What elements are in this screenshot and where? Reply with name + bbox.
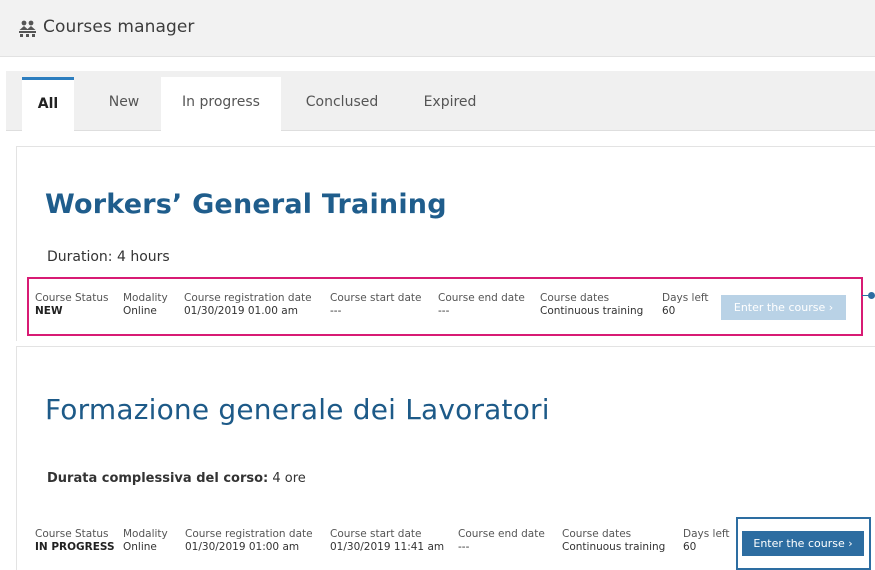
end-date-label: Course end date <box>458 528 545 540</box>
course-dates-label: Course dates <box>540 292 610 304</box>
course-status-label: Course Status <box>35 528 109 540</box>
duration-value: 4 ore <box>272 471 306 486</box>
course-title: Formazione generale dei Lavoratori <box>45 393 550 426</box>
page-title: Courses manager <box>43 17 195 37</box>
courses-manager-app: Courses manager All New In progress Conc… <box>0 0 875 570</box>
modality-value: Online <box>123 541 157 553</box>
course-card: Formazione generale dei Lavoratori Durat… <box>16 346 875 570</box>
course-duration: Durata complessiva del corso: 4 ore <box>47 471 306 486</box>
start-date-value: --- <box>330 305 342 317</box>
course-dates-value: Continuous training <box>540 305 644 317</box>
page-header: Courses manager <box>0 0 875 57</box>
start-date: Course start date --- <box>330 292 421 318</box>
callout-dot <box>868 292 875 299</box>
registration-date-label: Course registration date <box>185 528 313 540</box>
tab-in-progress[interactable]: In progress <box>161 77 281 131</box>
modality: Modality Online <box>123 528 168 554</box>
days-left-label: Days left <box>683 528 730 540</box>
course-status-label: Course Status <box>35 292 109 304</box>
course-dates: Course dates Continuous training <box>540 292 643 318</box>
tab-all[interactable]: All <box>22 77 74 131</box>
enter-course-button[interactable]: Enter the course › <box>721 295 846 320</box>
modality-label: Modality <box>123 292 168 304</box>
start-date-value: 01/30/2019 11:41 am <box>330 541 445 553</box>
course-dates-value: Continuous training <box>562 541 666 553</box>
modality-value: Online <box>123 305 157 317</box>
course-status-value: NEW <box>35 305 63 317</box>
tab-conclused[interactable]: Conclused <box>292 77 392 131</box>
end-date-value: --- <box>458 541 470 553</box>
days-left-value: 60 <box>662 305 676 317</box>
days-left-value: 60 <box>683 541 697 553</box>
status-tabs: All New In progress Conclused Expired <box>6 71 875 131</box>
days-left: Days left 60 <box>662 292 709 318</box>
course-status: Course Status NEW <box>35 292 108 318</box>
start-date-label: Course start date <box>330 528 422 540</box>
registration-date-value: 01/30/2019 01:00 am <box>185 541 300 553</box>
course-dates-label: Course dates <box>562 528 632 540</box>
duration-label: Durata complessiva del corso: <box>47 471 269 486</box>
registration-date-value: 01/30/2019 01.00 am <box>184 305 298 317</box>
duration-label: Duration: <box>47 249 113 265</box>
end-date-value: --- <box>438 305 450 317</box>
registration-date: Course registration date 01/30/2019 01:0… <box>185 528 313 554</box>
end-date: Course end date --- <box>438 292 525 318</box>
enter-course-button[interactable]: Enter the course › <box>742 531 864 556</box>
duration-value: 4 hours <box>116 249 170 265</box>
course-duration: Duration: 4 hours <box>47 249 170 265</box>
end-date: Course end date --- <box>458 528 545 554</box>
end-date-label: Course end date <box>438 292 525 304</box>
course-dates: Course dates Continuous training <box>562 528 665 554</box>
registration-date-label: Course registration date <box>184 292 312 304</box>
course-status: Course Status IN PROGRESS <box>35 528 115 554</box>
days-left-label: Days left <box>662 292 709 304</box>
courses-icon <box>19 20 36 37</box>
start-date-label: Course start date <box>330 292 422 304</box>
modality-label: Modality <box>123 528 168 540</box>
tab-expired[interactable]: Expired <box>403 77 497 131</box>
days-left: Days left 60 <box>683 528 730 554</box>
registration-date: Course registration date 01/30/2019 01.0… <box>184 292 312 318</box>
course-card: Workers’ General Training Duration: 4 ho… <box>16 146 875 341</box>
modality: Modality Online <box>123 292 168 318</box>
start-date: Course start date 01/30/2019 11:41 am <box>330 528 444 554</box>
course-status-value: IN PROGRESS <box>35 541 115 553</box>
course-title: Workers’ General Training <box>45 189 447 220</box>
tab-new[interactable]: New <box>88 77 160 131</box>
